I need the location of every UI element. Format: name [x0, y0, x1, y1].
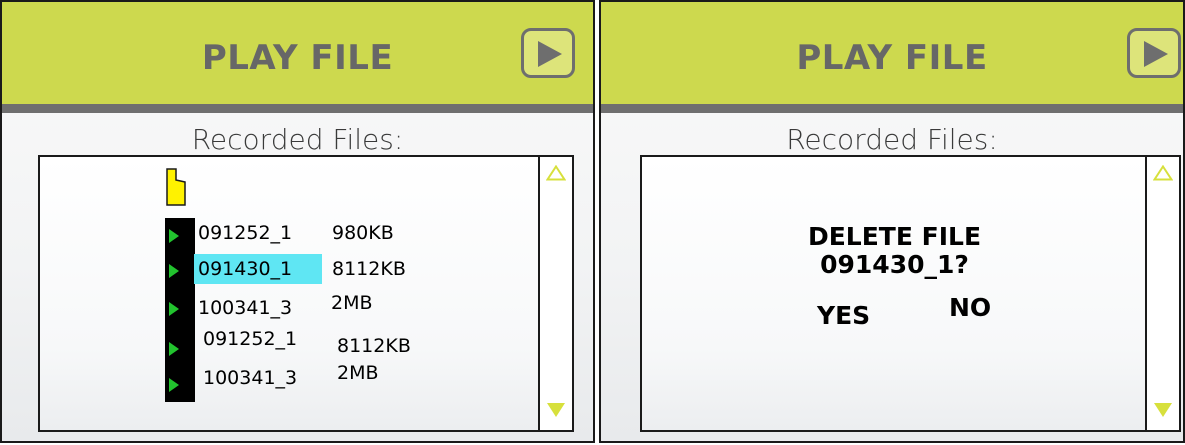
header-bar: PLAY FILE [601, 2, 1183, 113]
file-size: 2MB [331, 292, 373, 314]
file-size: 980KB [332, 222, 394, 244]
dialog-title: DELETE FILE [807, 222, 982, 251]
page-title: PLAY FILE [201, 38, 394, 78]
file-name[interactable]: 100341_3 [203, 367, 297, 389]
play-button[interactable] [521, 28, 575, 78]
file-name[interactable]: 091252_1 [198, 222, 292, 244]
play-button[interactable] [1127, 28, 1181, 78]
file-size: 8112KB [332, 258, 406, 280]
play-arrow-icon[interactable] [169, 302, 179, 316]
play-arrow-icon[interactable] [169, 342, 179, 356]
dialog-file-name: 091430_1? [820, 250, 969, 279]
play-icon [1144, 41, 1168, 67]
recorded-files-label: Recorded Files: [191, 123, 404, 156]
play-arrow-icon[interactable] [169, 264, 179, 278]
file-size: 8112KB [337, 335, 411, 357]
triangle-down-icon[interactable] [546, 402, 566, 418]
triangle-down-icon[interactable] [1153, 402, 1173, 418]
file-size: 2MB [337, 362, 379, 384]
scrollbar[interactable] [538, 157, 572, 430]
file-name[interactable]: 091252_1 [203, 328, 297, 350]
triangle-up-icon[interactable] [546, 165, 566, 181]
row-marker-strip [165, 218, 195, 402]
recorded-files-label: Recorded Files: [786, 123, 998, 156]
play-file-screen-delete-dialog: PLAY FILE Recorded Files: DELETE FILE 09… [599, 0, 1185, 443]
file-list[interactable]: 091252_1 980KB 091430_1 8112KB 100341_3 … [38, 155, 574, 432]
folder-icon[interactable] [166, 168, 186, 206]
triangle-up-icon[interactable] [1153, 165, 1173, 181]
play-file-screen-file-list: PLAY FILE Recorded Files: 091252_1 980KB… [0, 0, 595, 443]
file-name-selected[interactable]: 091430_1 [194, 254, 323, 284]
file-name[interactable]: 100341_3 [198, 297, 292, 319]
header-bar: PLAY FILE [2, 2, 593, 113]
delete-dialog-area: DELETE FILE 091430_1? YES NO [640, 155, 1181, 432]
play-icon [538, 41, 562, 67]
play-arrow-icon[interactable] [169, 378, 179, 392]
page-title: PLAY FILE [796, 38, 988, 78]
play-arrow-icon[interactable] [169, 229, 179, 243]
yes-button[interactable]: YES [817, 301, 870, 330]
no-button[interactable]: NO [949, 293, 991, 322]
scrollbar[interactable] [1145, 157, 1179, 430]
